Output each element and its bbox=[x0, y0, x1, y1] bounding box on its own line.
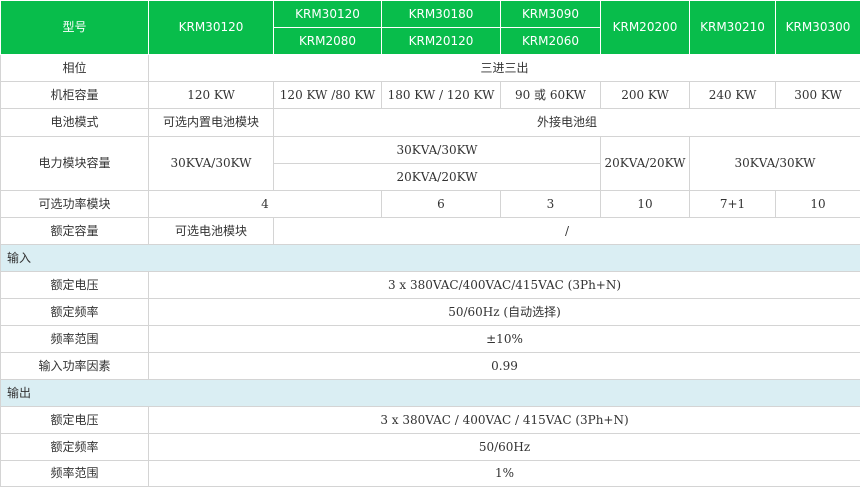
optional-modules-v4: 10 bbox=[600, 190, 690, 218]
model-krm2060: KRM2060 bbox=[500, 27, 601, 55]
input-freq-range-label: 频率范围 bbox=[0, 325, 149, 353]
input-section-title: 输入 bbox=[0, 244, 860, 272]
model-krm20120: KRM20120 bbox=[381, 27, 501, 55]
model-label: 型号 bbox=[0, 0, 149, 55]
header-row-top: 型号 KRM30120 KRM30120 KRM30180 KRM3090 KR… bbox=[0, 0, 860, 55]
output-freq-row: 额定频率 50/60Hz bbox=[0, 433, 860, 461]
capacity-label: 机柜容量 bbox=[0, 81, 149, 109]
output-voltage-row: 额定电压 3 x 380VAC / 400VAC / 415VAC (3Ph+N… bbox=[0, 406, 860, 434]
output-freq-label: 额定频率 bbox=[0, 433, 149, 461]
input-freq-range-value: ±10% bbox=[148, 325, 860, 353]
rated-capacity-v2: / bbox=[273, 217, 860, 245]
output-voltage-value: 3 x 380VAC / 400VAC / 415VAC (3Ph+N) bbox=[148, 406, 860, 434]
input-pf-value: 0.99 bbox=[148, 352, 860, 380]
model-krm20200: KRM20200 bbox=[600, 0, 690, 55]
battery-mode-internal: 可选内置电池模块 bbox=[148, 108, 274, 137]
input-freq-value: 50/60Hz (自动选择) bbox=[148, 298, 860, 326]
output-freq-range-value: 1% bbox=[148, 460, 860, 487]
input-section-row: 输入 bbox=[0, 244, 860, 272]
optional-modules-v3: 3 bbox=[500, 190, 601, 218]
model-krm30120: KRM30120 bbox=[148, 0, 274, 55]
input-voltage-row: 额定电压 3 x 380VAC/400VAC/415VAC (3Ph+N) bbox=[0, 271, 860, 299]
battery-mode-row: 电池模式 可选内置电池模块 外接电池组 bbox=[0, 108, 860, 137]
spec-table: 型号 KRM30120 KRM30120 KRM30180 KRM3090 KR… bbox=[0, 0, 860, 487]
optional-modules-row: 可选功率模块 4 6 3 10 7+1 10 bbox=[0, 190, 860, 218]
model-krm30120-b: KRM30120 bbox=[273, 0, 382, 28]
model-krm30210: KRM30210 bbox=[689, 0, 776, 55]
module-capacity-v3: 20KVA/20KW bbox=[600, 136, 690, 191]
rated-capacity-v1: 可选电池模块 bbox=[148, 217, 274, 245]
capacity-row: 机柜容量 120 KW 120 KW /80 KW 180 KW / 120 K… bbox=[0, 81, 860, 109]
battery-mode-external: 外接电池组 bbox=[273, 108, 860, 137]
model-krm2080: KRM2080 bbox=[273, 27, 382, 55]
module-capacity-v2-bottom: 20KVA/20KW bbox=[273, 163, 601, 191]
phase-row: 相位 三进三出 bbox=[0, 54, 860, 82]
input-voltage-label: 额定电压 bbox=[0, 271, 149, 299]
model-krm30180: KRM30180 bbox=[381, 0, 501, 28]
input-pf-label: 输入功率因素 bbox=[0, 352, 149, 380]
optional-modules-v1: 4 bbox=[148, 190, 382, 218]
output-voltage-label: 额定电压 bbox=[0, 406, 149, 434]
output-freq-range-label: 频率范围 bbox=[0, 460, 149, 487]
capacity-value: 180 KW / 120 KW bbox=[381, 81, 501, 109]
rated-capacity-row: 额定容量 可选电池模块 / bbox=[0, 217, 860, 245]
output-freq-range-row: 频率范围 1% bbox=[0, 460, 860, 487]
capacity-value: 300 KW bbox=[775, 81, 860, 109]
module-capacity-label: 电力模块容量 bbox=[0, 136, 149, 191]
optional-modules-v5: 7+1 bbox=[689, 190, 776, 218]
capacity-value: 120 KW bbox=[148, 81, 274, 109]
module-capacity-v4: 30KVA/30KW bbox=[689, 136, 860, 191]
output-freq-value: 50/60Hz bbox=[148, 433, 860, 461]
phase-value: 三进三出 bbox=[148, 54, 860, 82]
input-freq-row: 额定频率 50/60Hz (自动选择) bbox=[0, 298, 860, 326]
input-pf-row: 输入功率因素 0.99 bbox=[0, 352, 860, 380]
capacity-value: 200 KW bbox=[600, 81, 690, 109]
output-section-title: 输出 bbox=[0, 379, 860, 407]
module-capacity-v2-top: 30KVA/30KW bbox=[273, 136, 601, 164]
module-capacity-v1: 30KVA/30KW bbox=[148, 136, 274, 191]
capacity-value: 240 KW bbox=[689, 81, 776, 109]
optional-modules-v6: 10 bbox=[775, 190, 860, 218]
input-voltage-value: 3 x 380VAC/400VAC/415VAC (3Ph+N) bbox=[148, 271, 860, 299]
rated-capacity-label: 额定容量 bbox=[0, 217, 149, 245]
optional-modules-v2: 6 bbox=[381, 190, 501, 218]
output-section-row: 输出 bbox=[0, 379, 860, 407]
capacity-value: 90 或 60KW bbox=[500, 81, 601, 109]
optional-modules-label: 可选功率模块 bbox=[0, 190, 149, 218]
input-freq-range-row: 频率范围 ±10% bbox=[0, 325, 860, 353]
module-capacity-row-top: 电力模块容量 30KVA/30KW 30KVA/30KW 20KVA/20KW … bbox=[0, 136, 860, 191]
capacity-value: 120 KW /80 KW bbox=[273, 81, 382, 109]
model-krm30300: KRM30300 bbox=[775, 0, 860, 55]
input-freq-label: 额定频率 bbox=[0, 298, 149, 326]
phase-label: 相位 bbox=[0, 54, 149, 82]
model-krm3090: KRM3090 bbox=[500, 0, 601, 28]
battery-mode-label: 电池模式 bbox=[0, 108, 149, 137]
